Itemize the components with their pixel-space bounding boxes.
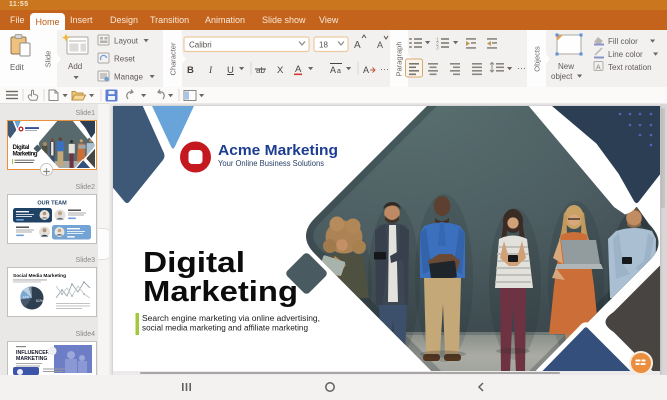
svg-text:Line color: Line color xyxy=(608,50,643,59)
svg-text:A: A xyxy=(295,64,302,75)
svg-text:A: A xyxy=(363,65,369,75)
svg-text:Acme Marketing: Acme Marketing xyxy=(218,142,338,159)
svg-text:New: New xyxy=(558,62,574,71)
svg-text:Edit: Edit xyxy=(10,63,25,72)
svg-text:Marketing: Marketing xyxy=(143,276,298,308)
svg-text:3: 3 xyxy=(436,46,439,52)
svg-text:Reset: Reset xyxy=(114,55,136,64)
svg-text:Digital: Digital xyxy=(143,247,245,279)
svg-text:18: 18 xyxy=(319,41,328,50)
svg-text:Text rotation: Text rotation xyxy=(608,63,652,72)
svg-text:A: A xyxy=(354,40,361,51)
svg-text:B: B xyxy=(187,65,194,76)
svg-text:⋯: ⋯ xyxy=(517,63,526,73)
svg-text:MARKETING: MARKETING xyxy=(16,356,47,362)
svg-text:Add: Add xyxy=(68,62,82,71)
svg-text:social media marketing and aff: social media marketing and affiliate mar… xyxy=(142,324,308,333)
svg-text:⋯: ⋯ xyxy=(380,64,389,74)
svg-text:A: A xyxy=(330,65,336,75)
svg-text:Marketing: Marketing xyxy=(13,151,38,158)
svg-text:Fill color: Fill color xyxy=(608,37,638,46)
svg-text:14%: 14% xyxy=(23,295,29,299)
svg-text:A: A xyxy=(377,40,383,50)
svg-text:ab: ab xyxy=(256,66,265,75)
svg-text:object: object xyxy=(551,72,573,81)
svg-text:61%: 61% xyxy=(36,299,43,303)
svg-text:Manage: Manage xyxy=(114,73,143,82)
svg-text:X: X xyxy=(277,65,284,76)
svg-text:Your Online Business Solutions: Your Online Business Solutions xyxy=(218,159,324,168)
svg-text:I: I xyxy=(208,66,213,76)
svg-text:Social Media Marketing: Social Media Marketing xyxy=(13,273,66,279)
svg-text:Search engine marketing via on: Search engine marketing via online adver… xyxy=(142,314,320,323)
svg-text:a: a xyxy=(337,68,341,75)
svg-text:Calibri: Calibri xyxy=(189,41,212,50)
svg-text:A: A xyxy=(596,65,601,72)
svg-text:OUR TEAM: OUR TEAM xyxy=(37,200,67,206)
svg-text:Layout: Layout xyxy=(114,37,139,46)
